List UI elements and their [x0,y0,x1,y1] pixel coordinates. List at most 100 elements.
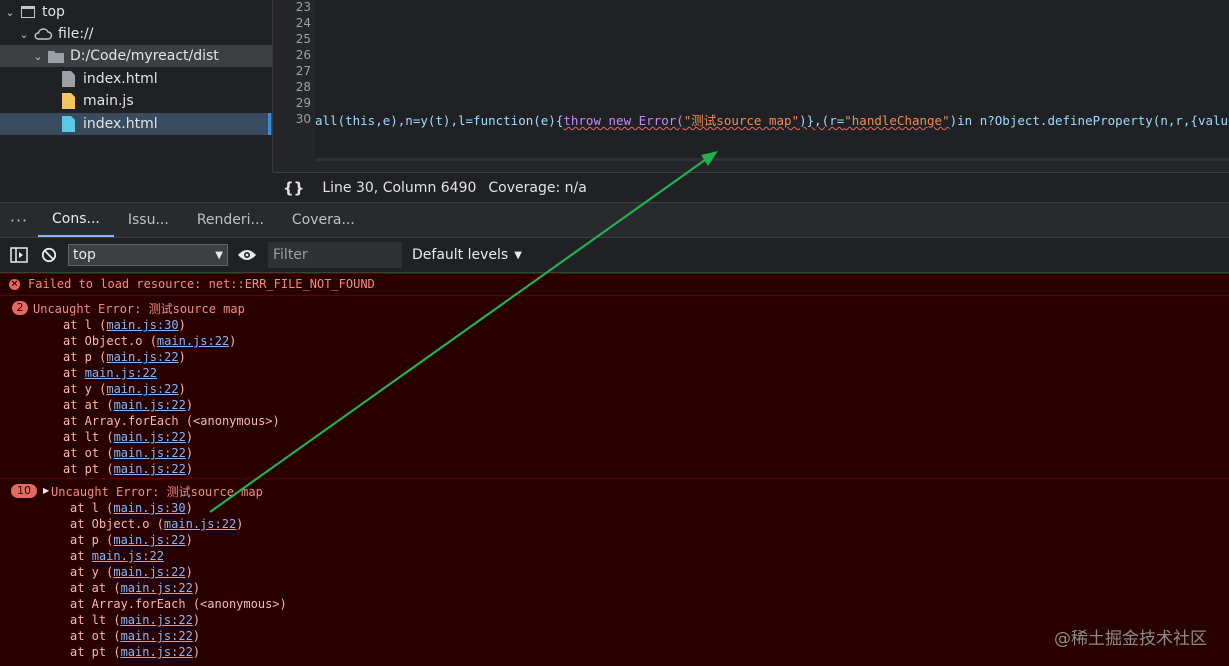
frame-text: ) [236,517,244,531]
tab-rendering[interactable]: Renderi... [183,203,278,237]
source-link[interactable]: main.js:30 [113,501,185,515]
console-message-group[interactable]: 10 ▶ Uncaught Error: 测试source map at l (… [0,478,1229,666]
context-value: top [73,247,96,263]
source-link[interactable]: main.js:22 [106,350,178,364]
console-output[interactable]: × Failed to load resource: net::ERR_FILE… [0,273,1229,666]
source-link[interactable]: main.js:22 [114,446,186,460]
error-heading: Uncaught Error: 测试source map [51,485,263,499]
tab-console[interactable]: Cons... [38,203,114,237]
console-toolbar: top ▼ Filter Default levels ▼ [0,238,1229,273]
tree-item-index-html-selected[interactable]: index.html [0,113,272,135]
source-link[interactable]: main.js:22 [114,462,186,476]
tab-issues[interactable]: Issu... [114,203,183,237]
frame-text: ) [185,398,194,412]
stack-frame: at y (main.js:22) [70,565,193,579]
code-token: )in n?Object.defineProperty(n,r,{value [949,113,1229,128]
more-tabs-icon[interactable]: ··· [0,211,38,230]
frame-text: ) [192,645,201,659]
stack-frame: at lt (main.js:22) [70,613,200,627]
tree-item-label: D:/Code/myreact/dist [70,48,219,64]
code-content[interactable]: all(this,e),n=y(t),l=function(e){throw n… [315,0,1229,160]
frame-text: at lt ( [63,430,114,444]
stack-frame: at ot (main.js:22) [63,446,193,460]
source-link[interactable]: main.js:22 [121,629,193,643]
log-levels-dropdown[interactable]: Default levels ▼ [412,247,522,263]
line-number[interactable]: 25 [281,32,311,46]
context-selector[interactable]: top ▼ [68,244,228,266]
stack-frame: at y (main.js:22) [63,382,186,396]
source-link[interactable]: main.js:22 [113,565,185,579]
stack-frame: at ot (main.js:22) [70,629,200,643]
clear-console-icon[interactable] [38,244,60,266]
frame-text: ) [178,350,186,364]
line-number[interactable]: 24 [281,16,311,30]
horizontal-scrollbar[interactable] [316,158,1229,161]
stack-frame: at main.js:22 [70,549,164,563]
code-token: "测试source map" [683,113,800,128]
source-link[interactable]: main.js:22 [157,334,229,348]
source-link[interactable]: main.js:22 [114,398,186,412]
source-link[interactable]: main.js:22 [121,645,193,659]
frame-text: at Array.forEach (<anonymous>) [63,414,280,428]
line-number[interactable]: 28 [281,80,311,94]
stack-frame: at Object.o (main.js:22) [63,334,236,348]
frame-text: at l ( [70,501,114,515]
source-link[interactable]: main.js:22 [85,366,157,380]
source-link[interactable]: main.js:30 [106,318,178,332]
live-expression-eye-icon[interactable] [236,244,258,266]
chevron-down-icon[interactable]: ⌄ [32,50,44,63]
tree-item-main-js[interactable]: main.js [0,90,272,112]
tree-item-index-html[interactable]: index.html [0,68,272,90]
html-file-icon [62,116,75,132]
console-message[interactable]: × Failed to load resource: net::ERR_FILE… [0,273,1229,295]
caret-down-icon: ▼ [514,249,522,261]
source-link[interactable]: main.js:22 [106,382,178,396]
tree-item-file-origin[interactable]: ⌄ file:// [0,23,272,45]
frame-text: ) [229,334,237,348]
stack-frame: at p (main.js:22) [63,350,186,364]
frame-text: at at ( [70,581,121,595]
repeat-count-badge: 2 [12,301,28,315]
chevron-down-icon[interactable]: ⌄ [4,6,16,19]
sidebar-toggle-icon[interactable] [8,244,30,266]
source-editor[interactable]: 23 24 25 26 27 28 29 30 all(this,e),n=y(… [273,0,1229,172]
stack-frame: at at (main.js:22) [63,398,193,412]
tree-item-label: index.html [83,71,158,87]
frame-text: at [63,366,85,380]
tree-item-top[interactable]: ⌄ top [0,1,272,23]
frame-text: at at ( [63,398,114,412]
source-link[interactable]: main.js:22 [121,613,193,627]
line-number[interactable]: 23 [281,0,311,14]
folder-icon [48,50,64,63]
watermark: @稀土掘金技术社区 [1054,629,1207,649]
line-number[interactable]: 27 [281,64,311,78]
frame-text: at p ( [70,533,114,547]
frame-text: at Object.o ( [63,334,157,348]
stack-frame: at Array.forEach (<anonymous>) [70,597,287,611]
expand-triangle-icon[interactable]: ▶ [43,486,49,495]
console-message-group[interactable]: 2 Uncaught Error: 测试source map at l (mai… [0,295,1229,478]
chevron-down-icon[interactable]: ⌄ [18,28,30,41]
frame-text: ) [185,533,193,547]
tree-item-dist-folder[interactable]: ⌄ D:/Code/myreact/dist [0,45,272,67]
stack-frame: at pt (main.js:22) [70,645,200,659]
repeat-count-badge: 10 [11,484,37,498]
line-number[interactable]: 26 [281,48,311,62]
frame-text: at Object.o ( [70,517,164,531]
source-link[interactable]: main.js:22 [92,549,164,563]
code-token: all(this,e),n=y(t),l=function(e){ [315,113,564,128]
line-number[interactable]: 30 [281,112,311,126]
code-line-30[interactable]: all(this,e),n=y(t),l=function(e){throw n… [315,110,1229,129]
frame-text: at p ( [63,350,107,364]
frame-text: ) [192,629,201,643]
source-link[interactable]: main.js:22 [164,517,236,531]
source-link[interactable]: main.js:22 [114,430,186,444]
tree-item-label: index.html [83,116,158,132]
source-link[interactable]: main.js:22 [113,533,185,547]
filter-input[interactable]: Filter [268,242,402,268]
tab-coverage[interactable]: Covera... [278,203,369,237]
line-number[interactable]: 29 [281,96,311,110]
source-link[interactable]: main.js:22 [121,581,193,595]
code-token: )},(r= [799,113,845,128]
pretty-print-button[interactable]: {} [283,179,304,197]
